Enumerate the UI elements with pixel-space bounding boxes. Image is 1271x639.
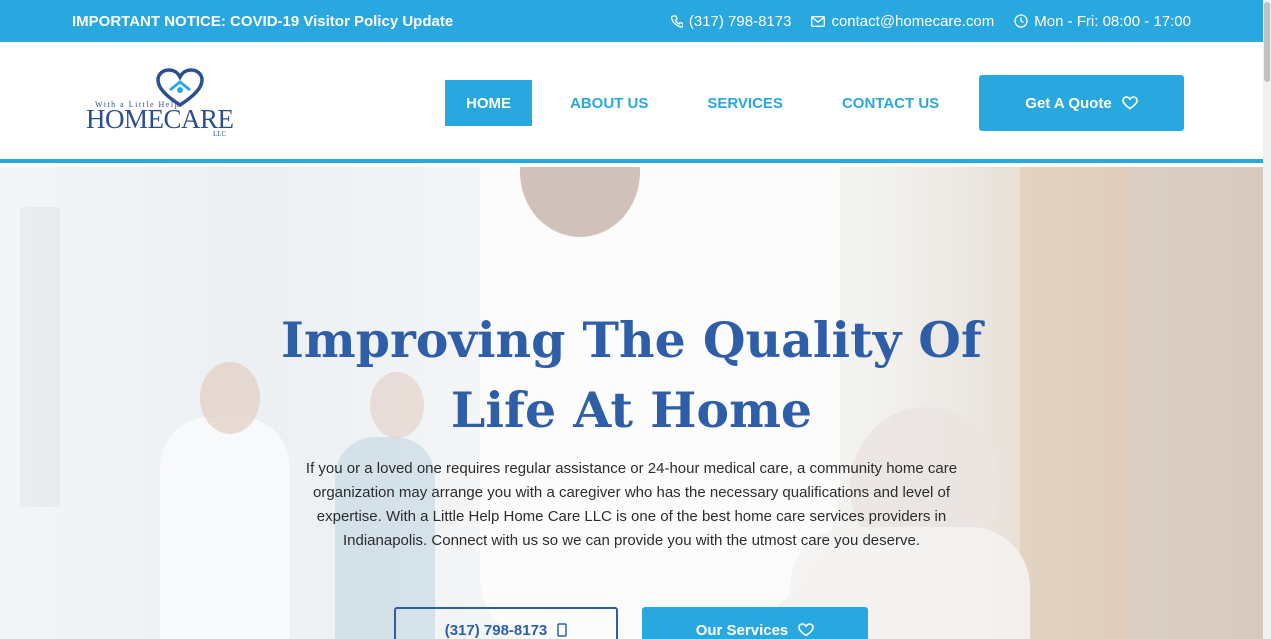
logo-word-home: HOME	[86, 104, 164, 134]
main-nav: HOME ABOUT US SERVICES CONTACT US	[445, 80, 977, 126]
topbar-email-text: contact@homecare.com	[831, 12, 995, 30]
topbar-hours-text: Mon - Fri: 08:00 - 17:00	[1034, 12, 1191, 30]
our-services-label: Our Services	[695, 621, 789, 639]
hero-description: If you or a loved one requires regular a…	[305, 460, 958, 549]
hero-title: Improving The Quality Of Life At Home	[0, 305, 1263, 445]
hero-phone-button[interactable]: (317) 798-8173	[394, 607, 618, 639]
phone-icon	[670, 14, 683, 28]
hero-title-line1: Improving The Quality Of	[280, 311, 983, 369]
nav-item-contact-us[interactable]: CONTACT US	[821, 80, 960, 126]
nav-item-about-us[interactable]: ABOUT US	[549, 80, 669, 126]
phone-icon	[557, 623, 568, 637]
get-a-quote-button[interactable]: Get A Quote	[979, 75, 1184, 131]
nav-item-home[interactable]: HOME	[445, 80, 532, 126]
site-header: With a Little Help HOMECARE LLC HOME ABO…	[0, 42, 1263, 163]
clock-icon	[1014, 14, 1028, 28]
hero-phone-label: (317) 798-8173	[444, 621, 548, 639]
heart-icon	[1121, 96, 1138, 110]
top-notice-bar: IMPORTANT NOTICE: COVID-19 Visitor Polic…	[0, 0, 1263, 42]
envelope-icon	[811, 15, 826, 27]
logo-wordmark: HOMECARE	[86, 104, 234, 135]
heart-icon	[798, 623, 815, 637]
topbar-phone[interactable]: (317) 798-8173	[670, 12, 792, 30]
site-logo[interactable]: With a Little Help HOMECARE LLC	[86, 66, 236, 138]
covid-notice-link[interactable]: IMPORTANT NOTICE: COVID-19 Visitor Polic…	[72, 13, 453, 30]
topbar-phone-text: (317) 798-8173	[688, 12, 792, 30]
topbar-contact: (317) 798-8173 contact@homecare.com Mon …	[670, 12, 1191, 30]
hero-title-line2: Life At Home	[450, 381, 813, 439]
nav-item-services[interactable]: SERVICES	[686, 80, 804, 126]
get-a-quote-label: Get A Quote	[1025, 94, 1112, 112]
hero-section: Improving The Quality Of Life At Home If…	[0, 167, 1263, 639]
logo-llc: LLC	[213, 130, 227, 138]
page-scrollbar[interactable]	[1263, 0, 1271, 639]
our-services-button[interactable]: Our Services	[642, 607, 868, 639]
scrollbar-thumb[interactable]	[1264, 2, 1270, 82]
topbar-hours: Mon - Fri: 08:00 - 17:00	[1014, 13, 1191, 30]
topbar-email[interactable]: contact@homecare.com	[811, 13, 994, 30]
